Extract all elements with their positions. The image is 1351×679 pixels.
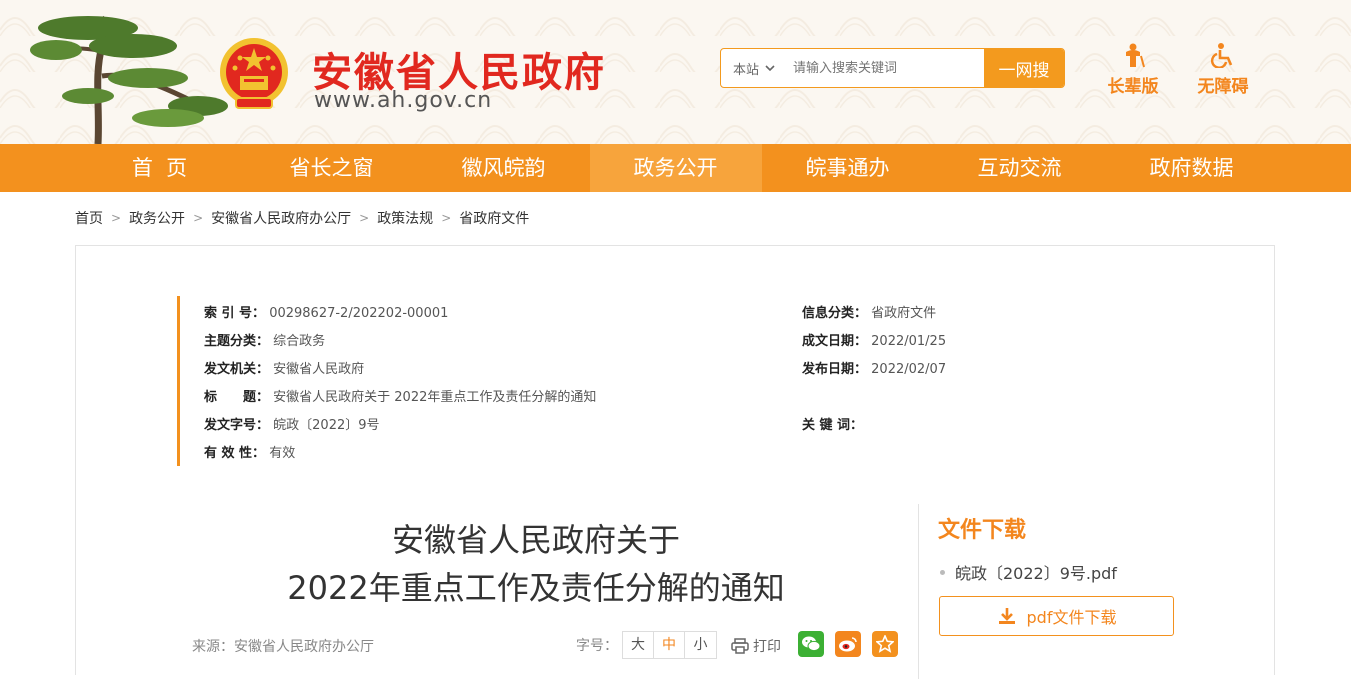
font-size-control: 字号： 大 中 小 bbox=[576, 631, 717, 659]
nav-item-culture[interactable]: 徽风皖韵 bbox=[418, 144, 590, 192]
nav-item-gov-affairs[interactable]: 政务公开 bbox=[589, 144, 762, 192]
meta-label: 标 题： bbox=[204, 390, 270, 405]
meta-label: 关 键 词： bbox=[802, 418, 864, 433]
meta-label: 主题分类： bbox=[204, 334, 270, 349]
breadcrumb-gov-affairs[interactable]: 政务公开 bbox=[129, 208, 185, 228]
accessibility-button[interactable]: 无障碍 bbox=[1187, 42, 1259, 97]
breadcrumb-home[interactable]: 首页 bbox=[75, 208, 103, 228]
meta-value: 安徽省人民政府关于 2022年重点工作及责任分解的通知 bbox=[273, 390, 597, 405]
meta-value: 省政府文件 bbox=[871, 306, 937, 321]
pine-tree-icon bbox=[30, 15, 228, 144]
search-scope-label: 本站 bbox=[732, 62, 759, 78]
meta-value: 2022/02/07 bbox=[871, 362, 947, 377]
elder-icon bbox=[1126, 43, 1145, 68]
main-nav: 首 页 省长之窗 徽风皖韵 政务公开 皖事通办 互动交流 政府数据 bbox=[0, 144, 1351, 192]
meta-value: 皖政〔2022〕9号 bbox=[273, 418, 380, 433]
search-input[interactable] bbox=[787, 49, 984, 87]
content-panel: 索 引 号： 00298627-2/202202-00001 信息分类： 省政府… bbox=[75, 245, 1275, 679]
font-size-label: 字号： bbox=[576, 638, 618, 654]
search-bar: 本站 一网搜 bbox=[720, 48, 1065, 88]
pdf-download-button[interactable]: pdf文件下载 bbox=[939, 596, 1174, 636]
print-button[interactable]: 打印 bbox=[731, 636, 781, 656]
wechat-icon bbox=[802, 636, 821, 652]
breadcrumb-office[interactable]: 安徽省人民政府办公厅 bbox=[211, 208, 351, 228]
breadcrumb: 首页 > 政务公开 > 安徽省人民政府办公厅 > 政策法规 > 省政府文件 bbox=[75, 208, 529, 228]
meta-value: 综合政务 bbox=[273, 334, 326, 349]
font-size-options: 大 中 小 bbox=[622, 631, 717, 659]
breadcrumb-separator-icon: > bbox=[359, 211, 370, 225]
weibo-icon bbox=[839, 637, 857, 652]
meta-title: 标 题： 安徽省人民政府关于 2022年重点工作及责任分解的通知 bbox=[204, 386, 596, 405]
pdf-download-label: pdf文件下载 bbox=[1026, 608, 1117, 627]
download-file-name: 皖政〔2022〕9号.pdf bbox=[955, 564, 1117, 583]
print-label: 打印 bbox=[753, 639, 781, 655]
meta-published: 发布日期： 2022/02/07 bbox=[802, 358, 946, 377]
site-url[interactable]: www.ah.gov.cn bbox=[314, 88, 492, 113]
document-meta: 索 引 号： 00298627-2/202202-00001 信息分类： 省政府… bbox=[177, 296, 946, 466]
accessibility-label: 无障碍 bbox=[1197, 77, 1249, 97]
breadcrumb-separator-icon: > bbox=[193, 211, 204, 225]
meta-label: 成文日期： bbox=[802, 334, 868, 349]
breadcrumb-separator-icon: > bbox=[441, 211, 452, 225]
meta-keywords: 关 键 词： bbox=[802, 414, 863, 433]
meta-label: 发文机关： bbox=[204, 362, 270, 377]
document-title-line1: 安徽省人民政府关于 bbox=[391, 521, 680, 559]
nav-item-gov-data[interactable]: 政府数据 bbox=[1106, 144, 1278, 192]
download-file-link[interactable]: 皖政〔2022〕9号.pdf bbox=[940, 560, 1117, 584]
search-button[interactable]: 一网搜 bbox=[984, 49, 1064, 87]
document-source: 来源：安徽省人民政府办公厅 bbox=[192, 639, 374, 655]
document-title: 安徽省人民政府关于 2022年重点工作及责任分解的通知 bbox=[206, 516, 866, 612]
font-size-medium-button[interactable]: 中 bbox=[654, 632, 685, 658]
breadcrumb-gov-docs[interactable]: 省政府文件 bbox=[459, 208, 529, 228]
site-header: 安徽省人民政府 www.ah.gov.cn 本站 一网搜 长辈版 无障碍 bbox=[0, 0, 1351, 144]
meta-label: 发布日期： bbox=[802, 362, 868, 377]
elder-version-label: 长辈版 bbox=[1107, 77, 1159, 97]
search-scope-select[interactable]: 本站 bbox=[721, 49, 787, 87]
printer-icon bbox=[731, 638, 749, 654]
nav-item-home[interactable]: 首 页 bbox=[74, 144, 246, 192]
wheelchair-icon bbox=[1210, 43, 1233, 68]
download-section-title: 文件下载 bbox=[938, 518, 1027, 543]
meta-label: 发文字号： bbox=[204, 418, 270, 433]
column-divider bbox=[918, 504, 919, 679]
elder-version-button[interactable]: 长辈版 bbox=[1097, 42, 1169, 97]
font-size-small-button[interactable]: 小 bbox=[685, 632, 716, 658]
star-icon bbox=[876, 635, 894, 653]
meta-created: 成文日期： 2022/01/25 bbox=[802, 330, 946, 349]
nav-item-governor[interactable]: 省长之窗 bbox=[246, 144, 418, 192]
nav-item-services[interactable]: 皖事通办 bbox=[762, 144, 934, 192]
download-icon bbox=[998, 608, 1015, 624]
breadcrumb-policy[interactable]: 政策法规 bbox=[377, 208, 433, 228]
meta-value: 有效 bbox=[269, 446, 296, 461]
meta-label: 索 引 号： bbox=[204, 306, 266, 321]
favorite-button[interactable] bbox=[872, 631, 898, 657]
meta-value: 2022/01/25 bbox=[871, 334, 947, 349]
bullet-icon bbox=[940, 570, 945, 575]
meta-label: 有 效 性： bbox=[204, 446, 266, 461]
meta-issuer: 发文机关： 安徽省人民政府 bbox=[204, 358, 364, 377]
meta-docno: 发文字号： 皖政〔2022〕9号 bbox=[204, 414, 380, 433]
meta-index: 索 引 号： 00298627-2/202202-00001 bbox=[204, 302, 448, 321]
meta-validity: 有 效 性： 有效 bbox=[204, 442, 295, 461]
national-emblem-icon bbox=[220, 38, 288, 109]
meta-value: 00298627-2/202202-00001 bbox=[269, 306, 449, 321]
chevron-down-icon bbox=[765, 65, 775, 72]
share-weibo-button[interactable] bbox=[835, 631, 861, 657]
font-size-large-button[interactable]: 大 bbox=[623, 632, 654, 658]
breadcrumb-separator-icon: > bbox=[111, 211, 122, 225]
nav-item-interaction[interactable]: 互动交流 bbox=[934, 144, 1106, 192]
meta-value: 安徽省人民政府 bbox=[273, 362, 365, 377]
share-wechat-button[interactable] bbox=[798, 631, 824, 657]
document-title-line2: 2022年重点工作及责任分解的通知 bbox=[287, 569, 785, 607]
meta-label: 信息分类： bbox=[802, 306, 868, 321]
meta-topic: 主题分类： 综合政务 bbox=[204, 330, 325, 349]
meta-category: 信息分类： 省政府文件 bbox=[802, 302, 936, 321]
